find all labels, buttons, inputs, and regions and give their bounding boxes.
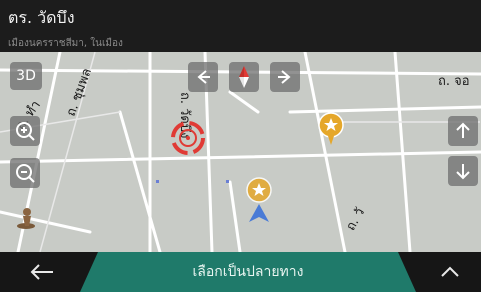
location-subtitle: เมืองนครราชสีมา, ในเมือง (8, 38, 123, 49)
zoom-out-button[interactable] (10, 158, 40, 188)
arrow-right-icon (278, 70, 291, 84)
arrow-up-icon (456, 122, 470, 138)
bottom-bar: เลือกเป็นปลายทาง (0, 252, 481, 292)
compass-icon (239, 66, 249, 88)
pan-right-button[interactable] (270, 62, 300, 92)
select-as-destination-label: เลือกเป็นปลายทาง (192, 264, 304, 280)
chevron-up-icon (441, 266, 459, 277)
zoom-out-icon (16, 164, 35, 183)
pan-down-button[interactable] (448, 156, 478, 186)
back-button[interactable] (20, 252, 64, 292)
map-view[interactable]: ถ. จอ ถ. ชุมพล ถ. วัดบึง ถ. ทำ ถ. วั 3D (0, 52, 481, 252)
location-header: ตร. วัดบึง เมืองนครราชสีมา, ในเมือง (0, 0, 481, 52)
location-title: ตร. วัดบึง (8, 8, 75, 27)
select-as-destination-button[interactable]: เลือกเป็นปลายทาง (80, 252, 416, 292)
back-arrow-icon (30, 264, 53, 280)
current-position-icon (245, 176, 273, 224)
expand-menu-button[interactable] (430, 252, 470, 292)
navigation-screen: ตร. วัดบึง เมืองนครราชสีมา, ในเมือง ถ. จ… (0, 0, 481, 292)
map-cursor-target-icon (168, 118, 208, 158)
arrow-down-icon (456, 164, 470, 180)
3d-mode-button[interactable]: 3D (10, 62, 42, 90)
pan-up-button[interactable] (448, 116, 478, 146)
favorite-pin-icon[interactable] (318, 112, 344, 146)
road-label-top-right: ถ. จอ (438, 74, 470, 89)
arrow-left-icon (197, 70, 210, 84)
3d-mode-label: 3D (16, 68, 36, 84)
zoom-in-icon (16, 122, 35, 141)
zoom-in-button[interactable] (10, 116, 40, 146)
street-view-person-icon[interactable] (14, 206, 38, 230)
compass-button[interactable] (229, 62, 259, 92)
pan-left-button[interactable] (188, 62, 218, 92)
